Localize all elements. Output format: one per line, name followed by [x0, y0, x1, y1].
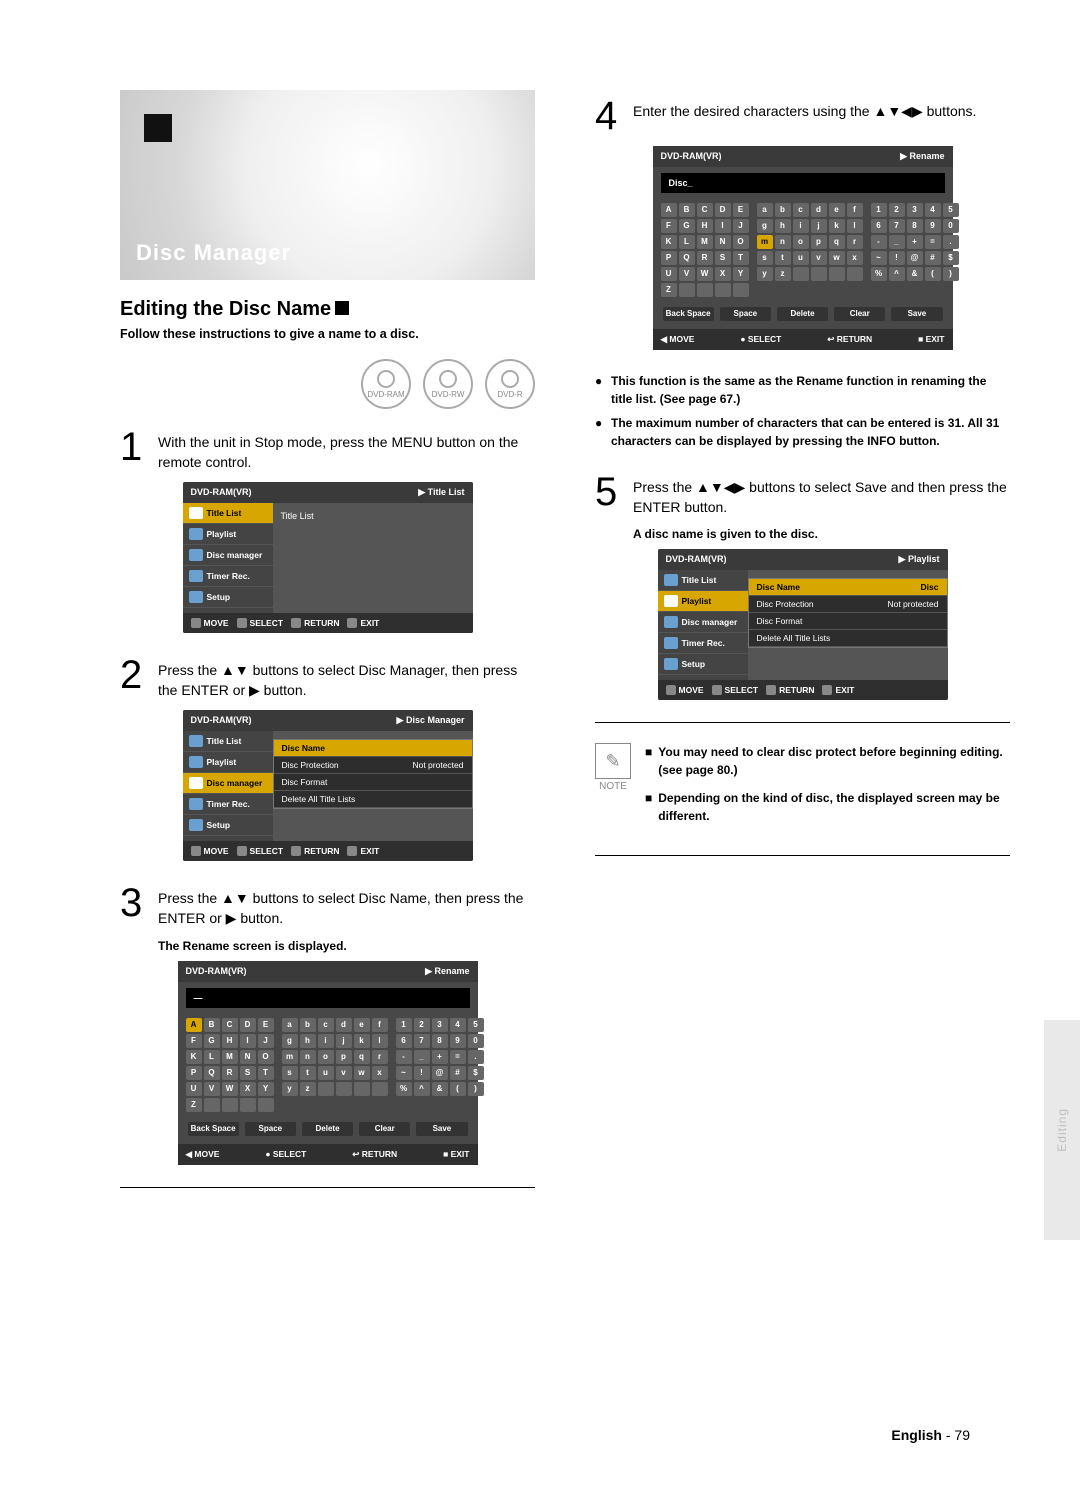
osd-menu-timer-rec: Timer Rec. — [183, 566, 273, 587]
step-3: 3 Press the ▲▼ buttons to select Disc Na… — [120, 883, 535, 928]
step-3-sub: The Rename screen is displayed. — [158, 939, 535, 953]
hero-chip-icon — [144, 114, 172, 142]
badge-dvd-r: DVD-R — [485, 359, 535, 409]
osd-screen-title-list: DVD-RAM(VR)▶ Title List Title List Playl… — [183, 482, 473, 633]
disc-badges: DVD-RAM DVD-RW DVD-R — [120, 359, 535, 409]
note-box: ✎ NOTE ■You may need to clear disc prote… — [595, 743, 1010, 835]
rename-field-disc: Disc_ — [661, 173, 945, 193]
step-5: 5 Press the ▲▼◀▶ buttons to select Save … — [595, 472, 1010, 517]
step-5-sub: A disc name is given to the disc. — [633, 527, 1010, 541]
osd-menu-setup: Setup — [183, 587, 273, 608]
rename-field: — — [186, 988, 470, 1008]
divider — [120, 1187, 535, 1188]
osd-rename-empty: DVD-RAM(VR)▶ Rename — ABCDEFGHIJKLMNOPQR… — [178, 961, 478, 1165]
page-footer: English - 79 — [891, 1427, 970, 1443]
osd-menu-disc-manager: Disc manager — [183, 545, 273, 566]
badge-dvd-ram: DVD-RAM — [361, 359, 411, 409]
info-bullets: ●This function is the same as the Rename… — [595, 372, 1010, 450]
step-1: 1 With the unit in Stop mode, press the … — [120, 427, 535, 472]
section-lead: Follow these instructions to give a name… — [120, 327, 535, 341]
side-tab: Editing — [1044, 1020, 1080, 1240]
osd-menu-title-list: Title List — [183, 503, 273, 524]
osd-screen-disc-manager: DVD-RAM(VR)▶ Disc Manager Title List Pla… — [183, 710, 473, 861]
divider — [595, 855, 1010, 856]
note-label: NOTE — [595, 781, 631, 792]
side-tab-label: Editing — [1055, 1108, 1069, 1152]
osd-screen-playlist: DVD-RAM(VR)▶ Playlist Title List Playlis… — [658, 549, 948, 700]
heading-square-icon — [335, 301, 349, 315]
badge-dvd-rw: DVD-RW — [423, 359, 473, 409]
osd-menu-playlist: Playlist — [183, 524, 273, 545]
note-icon: ✎ — [595, 743, 631, 779]
hero-title: Disc Manager — [136, 240, 291, 266]
divider — [595, 722, 1010, 723]
step-4: 4 Enter the desired characters using the… — [595, 96, 1010, 136]
step-2: 2 Press the ▲▼ buttons to select Disc Ma… — [120, 655, 535, 700]
section-heading: Editing the Disc Name — [120, 298, 535, 321]
hero-banner: Disc Manager — [120, 90, 535, 280]
osd-rename-disc: DVD-RAM(VR)▶ Rename Disc_ ABCDEFGHIJKLMN… — [653, 146, 953, 350]
